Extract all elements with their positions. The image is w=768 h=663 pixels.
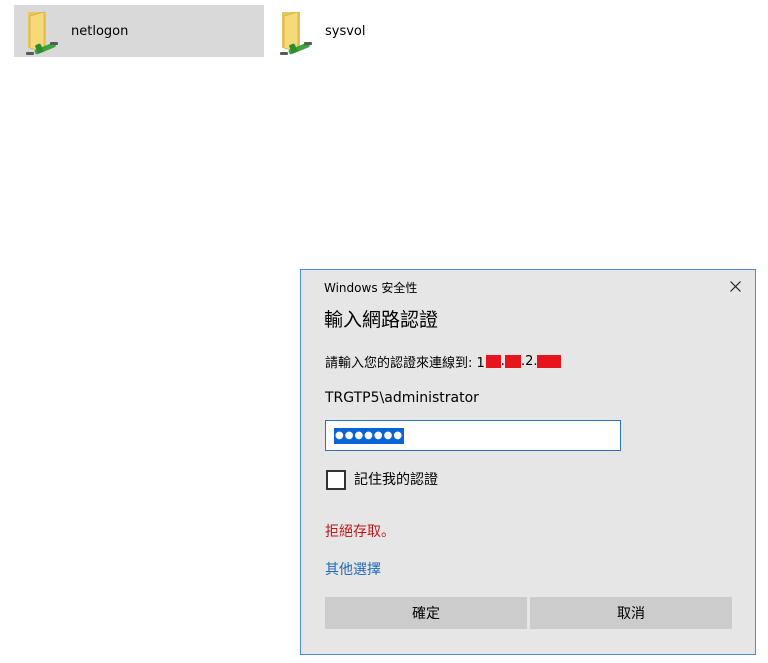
cancel-button-label: 取消 bbox=[617, 606, 645, 622]
remember-credentials-label[interactable]: 記住我的認證 bbox=[354, 470, 438, 490]
connect-prompt: 請輸入您的認證來連線到: 1 . .2. bbox=[325, 352, 562, 371]
network-folder-icon bbox=[280, 11, 312, 55]
windows-security-dialog: Windows 安全性 輸入網路認證 請輸入您的認證來連線到: 1 . .2. … bbox=[300, 269, 756, 655]
connect-prompt-text: 請輸入您的認證來連線到: 1 bbox=[325, 356, 485, 371]
share-label: sysvol bbox=[325, 23, 366, 39]
error-message: 拒絕存取。 bbox=[325, 524, 395, 540]
redaction-mark bbox=[504, 355, 521, 368]
ip-separator: .2. bbox=[520, 354, 538, 369]
close-icon bbox=[729, 280, 741, 292]
redaction-mark bbox=[537, 355, 562, 368]
share-item-sysvol[interactable]: sysvol bbox=[268, 5, 518, 57]
close-button[interactable] bbox=[725, 276, 745, 296]
ok-button-label: 確定 bbox=[412, 606, 440, 622]
network-folder-icon bbox=[26, 11, 58, 55]
redaction-mark bbox=[485, 355, 501, 368]
remember-credentials-checkbox[interactable] bbox=[326, 470, 346, 490]
dialog-caption: Windows 安全性 bbox=[324, 281, 418, 295]
password-field[interactable]: ●●●●●●● bbox=[325, 420, 621, 451]
share-label: netlogon bbox=[71, 23, 129, 39]
share-item-netlogon[interactable]: netlogon bbox=[14, 5, 264, 57]
more-choices-link[interactable]: 其他選擇 bbox=[325, 559, 381, 579]
username-label: TRGTP5\administrator bbox=[325, 390, 479, 406]
cancel-button[interactable]: 取消 bbox=[530, 597, 732, 629]
ok-button[interactable]: 確定 bbox=[325, 597, 527, 629]
password-masked-value: ●●●●●●● bbox=[334, 428, 405, 444]
dialog-heading: 輸入網路認證 bbox=[324, 309, 439, 331]
